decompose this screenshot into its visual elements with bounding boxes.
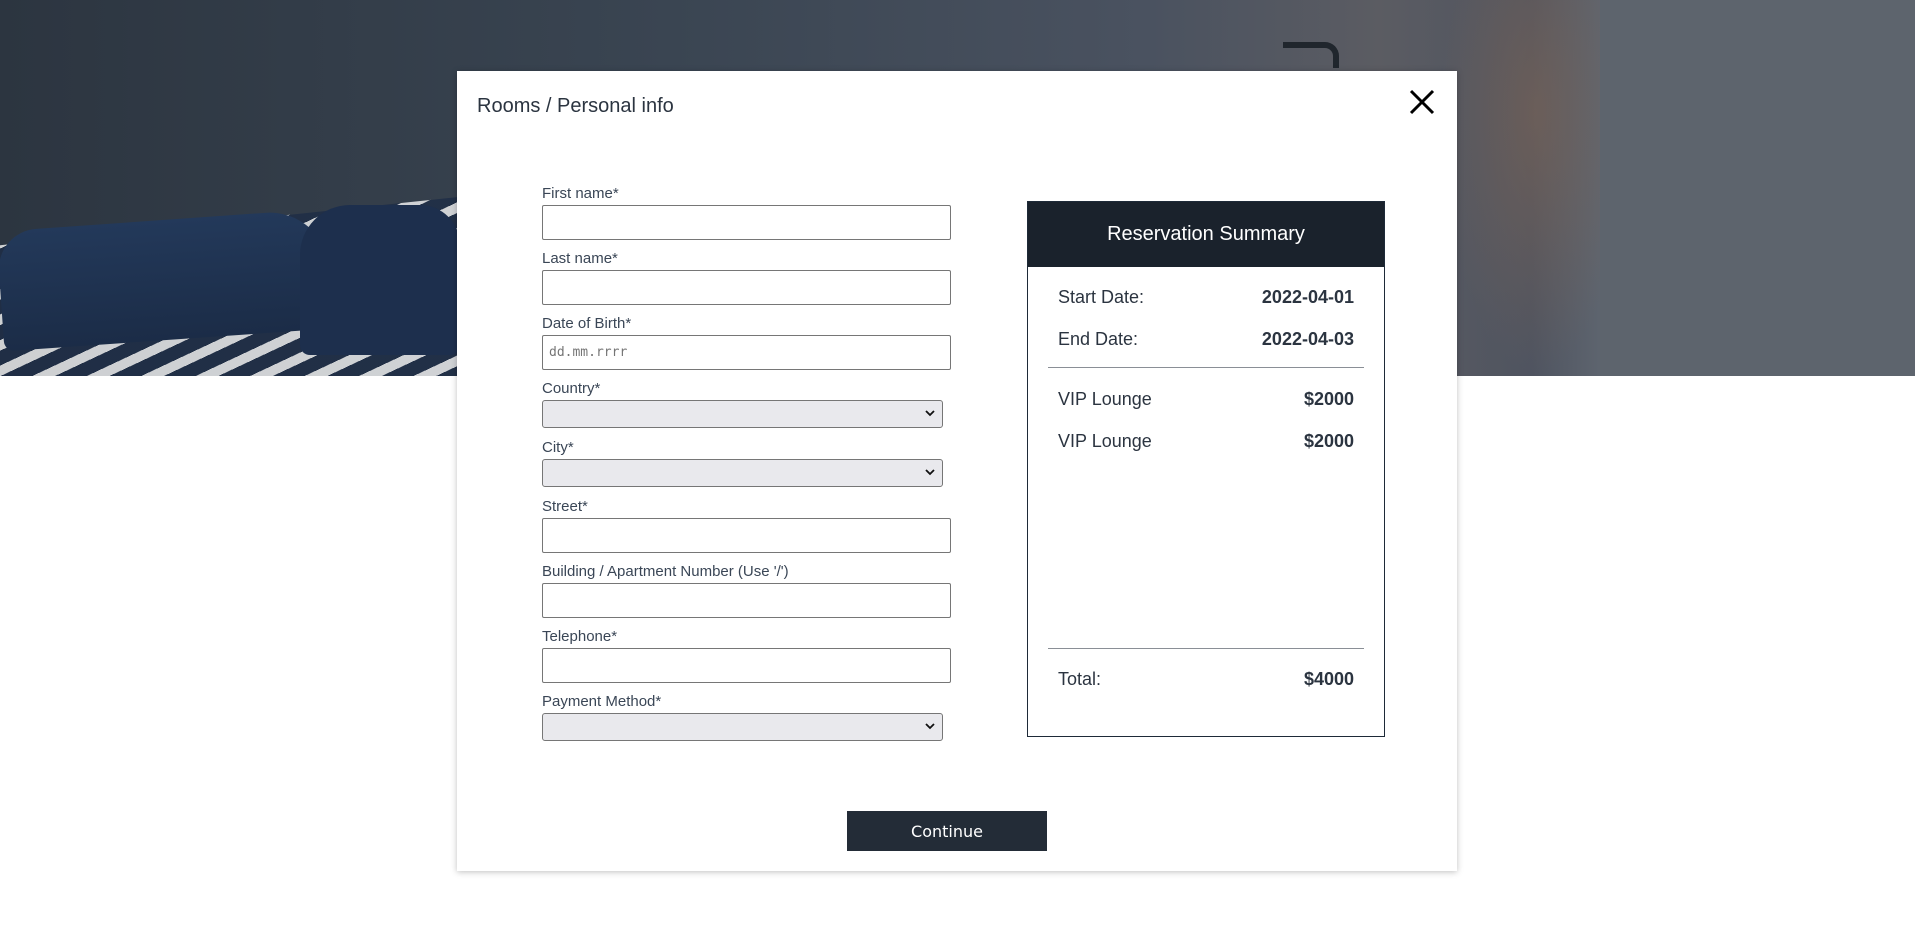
dob-label: Date of Birth*	[542, 315, 632, 332]
end-date-value: 2022-04-03	[1261, 329, 1354, 349]
city-label: City*	[542, 439, 574, 456]
country-select[interactable]	[542, 400, 943, 428]
chevron-down-icon	[925, 469, 935, 476]
chevron-down-icon	[925, 723, 935, 730]
personal-info-modal: Rooms / Personal info First name* Last n…	[457, 71, 1457, 871]
room-name: VIP Lounge	[1058, 431, 1152, 451]
payment-method-select[interactable]	[542, 713, 943, 741]
payment-method-label: Payment Method*	[542, 693, 662, 710]
start-date-value: 2022-04-01	[1261, 287, 1354, 307]
street-field[interactable]	[542, 518, 951, 553]
telephone-field[interactable]	[542, 648, 951, 683]
background-pillow	[0, 208, 334, 352]
start-date-label: Start Date:	[1058, 287, 1145, 307]
total-label: Total:	[1058, 669, 1102, 689]
list-item: VIP Lounge $2000	[1058, 389, 1354, 410]
background-wall-panel	[1600, 0, 1915, 376]
start-date-row: Start Date: 2022-04-01	[1058, 287, 1354, 308]
close-icon	[1409, 89, 1435, 115]
chevron-down-icon	[925, 410, 935, 417]
background-pillow	[300, 205, 460, 355]
country-label: Country*	[542, 380, 601, 397]
list-item: VIP Lounge $2000	[1058, 431, 1354, 452]
end-date-row: End Date: 2022-04-03	[1058, 329, 1354, 350]
background-lamp-glow	[1440, 0, 1600, 376]
room-price: $2000	[1303, 389, 1354, 409]
total-value: $4000	[1303, 669, 1354, 689]
city-select[interactable]	[542, 459, 943, 487]
end-date-label: End Date:	[1058, 329, 1139, 349]
room-name: VIP Lounge	[1058, 389, 1152, 409]
continue-button[interactable]: Continue	[847, 811, 1047, 851]
first-name-field[interactable]	[542, 205, 951, 240]
breadcrumb: Rooms / Personal info	[477, 95, 674, 117]
summary-divider	[1048, 648, 1364, 649]
reservation-summary: Reservation Summary Start Date: 2022-04-…	[1027, 201, 1385, 737]
background-lamp	[1283, 42, 1339, 68]
summary-title: Reservation Summary	[1028, 202, 1384, 267]
summary-divider	[1048, 367, 1364, 368]
telephone-label: Telephone*	[542, 628, 618, 645]
building-field[interactable]	[542, 583, 951, 618]
dob-field[interactable]	[542, 335, 951, 370]
first-name-label: First name*	[542, 185, 619, 202]
street-label: Street*	[542, 498, 588, 515]
building-label: Building / Apartment Number (Use '/')	[542, 563, 789, 580]
close-button[interactable]	[1406, 86, 1438, 118]
last-name-label: Last name*	[542, 250, 618, 267]
room-price: $2000	[1303, 431, 1354, 451]
last-name-field[interactable]	[542, 270, 951, 305]
total-row: Total: $4000	[1058, 669, 1354, 690]
